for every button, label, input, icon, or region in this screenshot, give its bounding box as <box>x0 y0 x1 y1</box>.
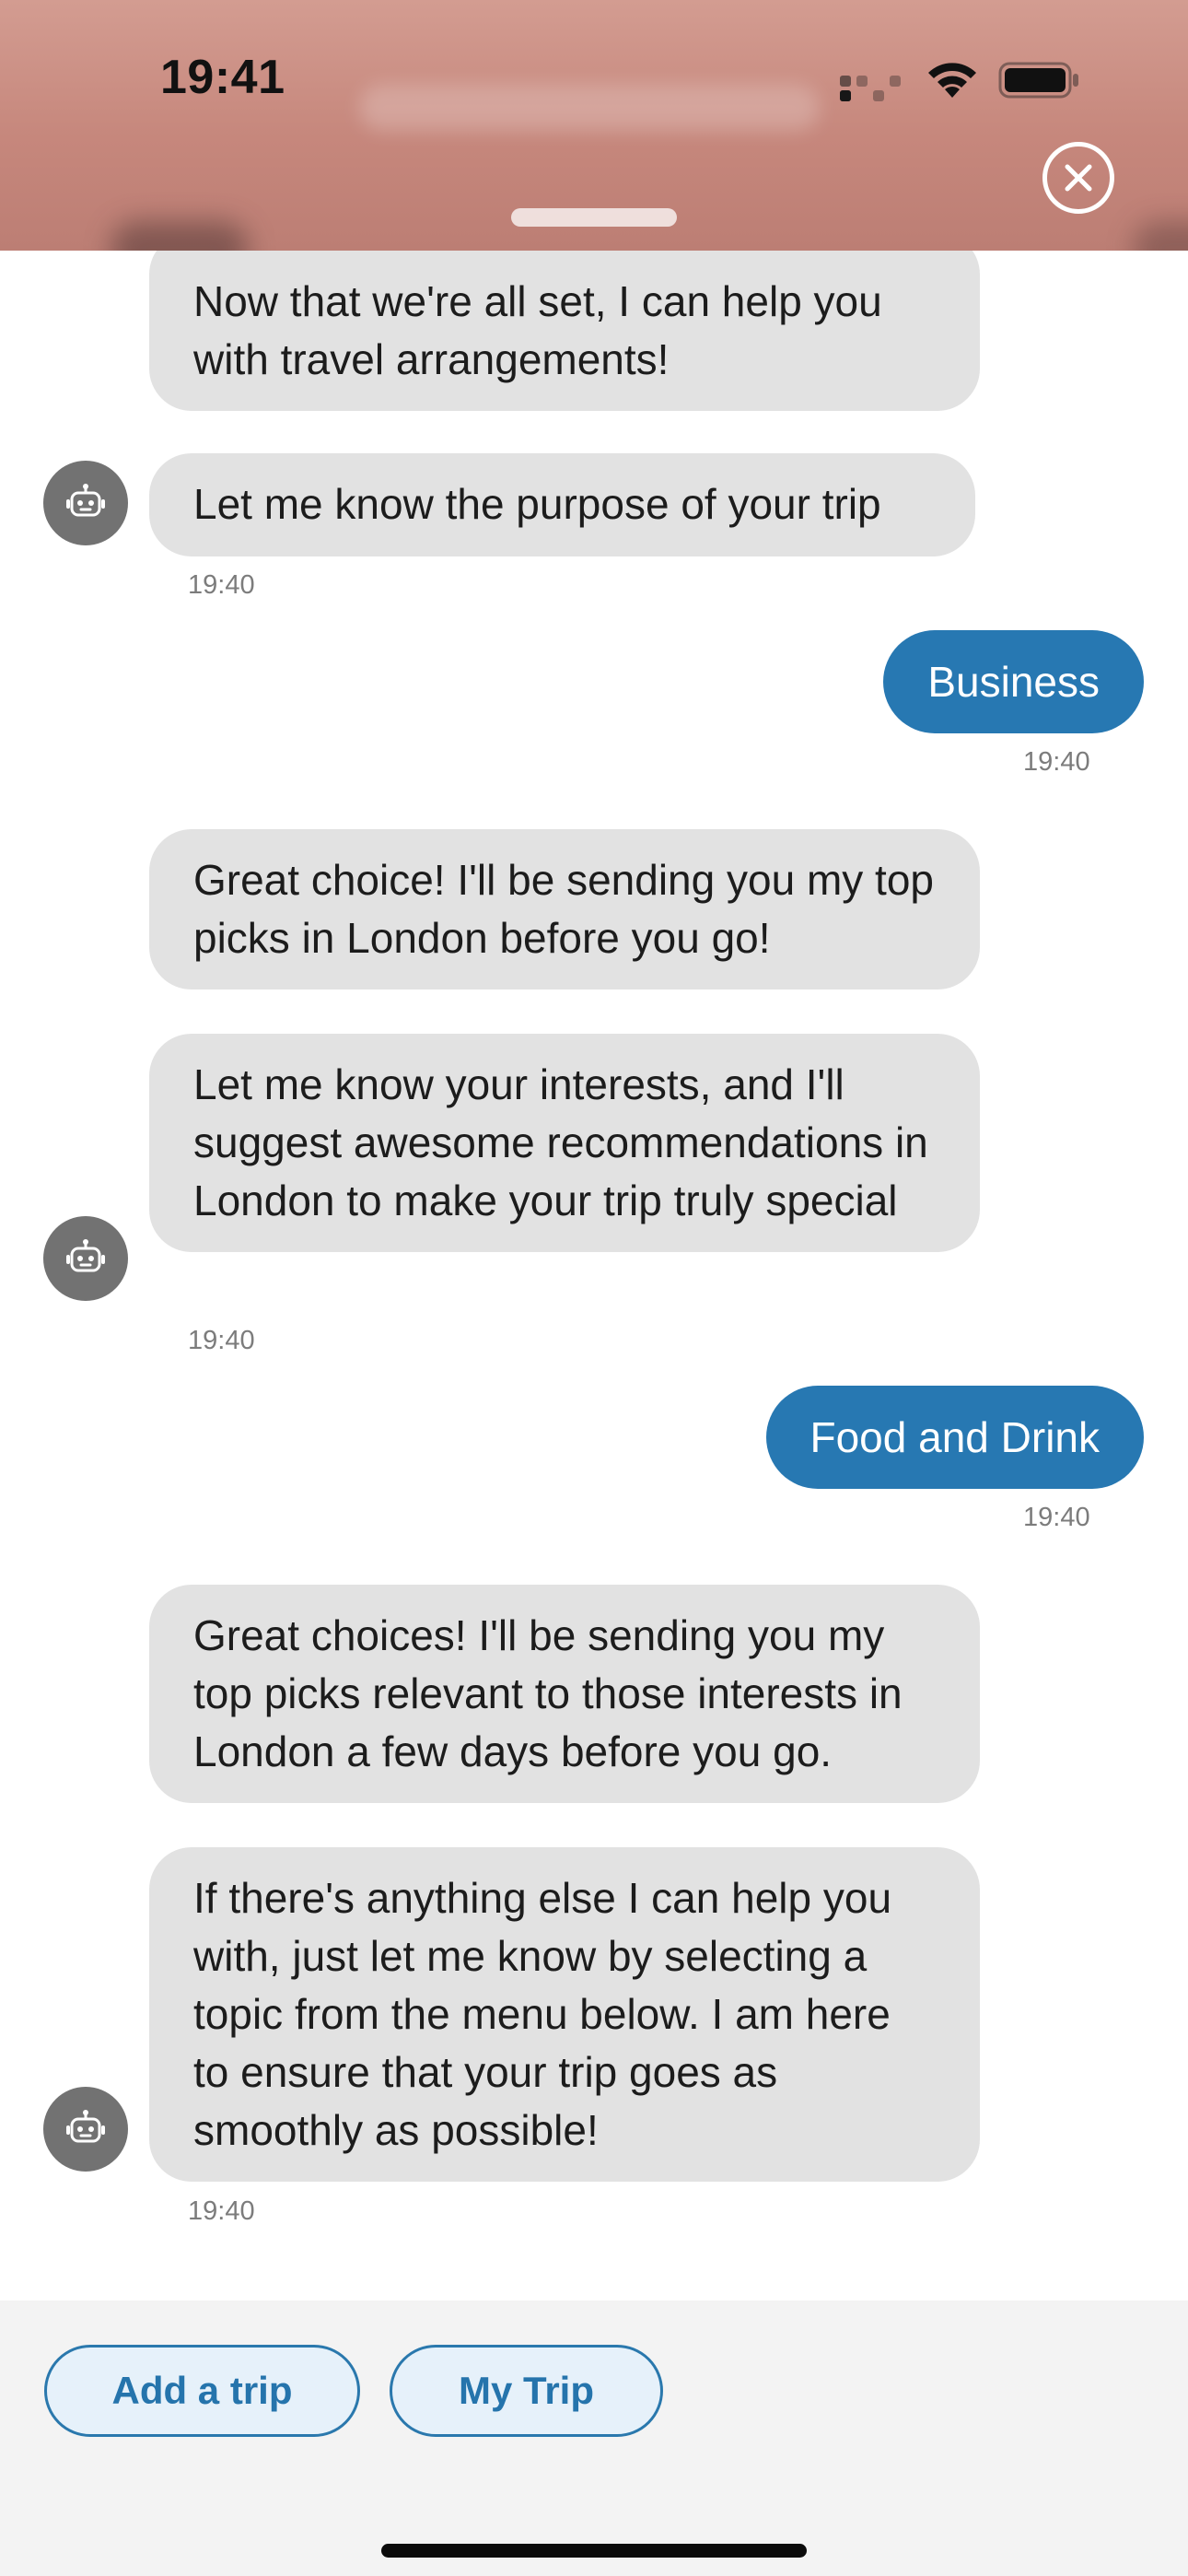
message-text: Food and Drink <box>809 1413 1101 1461</box>
chat-transcript: Now that we're all set, I can help you w… <box>0 251 1188 2301</box>
blurred-background-shape <box>1133 221 1188 251</box>
sheet-grabber[interactable] <box>511 208 677 227</box>
message-timestamp: 19:40 <box>188 570 255 600</box>
message-text: Let me know your interests, and I'll sug… <box>193 1060 928 1224</box>
message-timestamp: 19:40 <box>188 1326 255 1355</box>
quick-actions-bar: Add a trip My Trip <box>0 2301 1188 2576</box>
blurred-background-shape <box>111 221 249 251</box>
message-text: Let me know the purpose of your trip <box>193 480 881 528</box>
message-timestamp: 19:40 <box>188 2196 255 2226</box>
message-text: If there's anything else I can help you … <box>193 1874 892 2154</box>
cellular-signal-icon <box>840 74 904 101</box>
bot-message-bubble: Now that we're all set, I can help you w… <box>149 251 980 411</box>
my-trip-button[interactable]: My Trip <box>390 2345 663 2437</box>
bot-avatar <box>43 2087 128 2172</box>
message-text: Now that we're all set, I can help you w… <box>193 277 882 383</box>
message-text: Great choices! I'll be sending you my to… <box>193 1611 903 1775</box>
robot-icon <box>66 2110 105 2143</box>
sheet-header: 19:41 <box>0 0 1188 251</box>
bot-avatar <box>43 461 128 545</box>
status-bar-time: 19:41 <box>160 51 285 104</box>
bot-message-bubble: If there's anything else I can help you … <box>149 1847 980 2182</box>
user-message-bubble: Business <box>883 630 1144 733</box>
bot-avatar <box>43 1216 128 1301</box>
message-timestamp: 19:40 <box>1023 1503 1090 1532</box>
bot-message-bubble: Great choices! I'll be sending you my to… <box>149 1585 980 1803</box>
battery-icon <box>998 62 1078 99</box>
close-icon <box>1065 164 1092 192</box>
blurred-background-title <box>359 85 820 131</box>
close-button[interactable] <box>1042 142 1114 214</box>
bot-message-bubble: Great choice! I'll be sending you my top… <box>149 829 980 989</box>
add-a-trip-button[interactable]: Add a trip <box>44 2345 360 2437</box>
message-text: Great choice! I'll be sending you my top… <box>193 856 934 962</box>
home-indicator <box>381 2544 807 2558</box>
wifi-icon <box>928 63 976 98</box>
user-message-bubble: Food and Drink <box>765 1386 1144 1489</box>
robot-icon <box>66 1239 105 1272</box>
robot-icon <box>66 484 105 517</box>
bot-message-bubble: Let me know the purpose of your trip <box>149 453 975 556</box>
message-text: Business <box>927 658 1100 706</box>
bot-message-bubble: Let me know your interests, and I'll sug… <box>149 1034 980 1252</box>
message-timestamp: 19:40 <box>1023 747 1090 777</box>
chat-screen: 19:41 Now that we're all set, I can help… <box>0 0 1188 2576</box>
